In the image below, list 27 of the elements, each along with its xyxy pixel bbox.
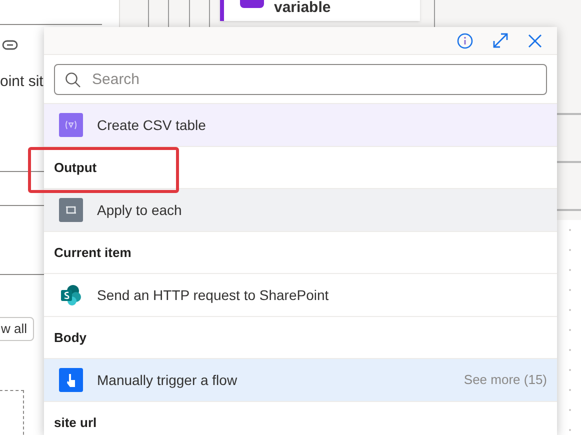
sharepoint-icon <box>59 283 83 307</box>
expand-icon[interactable] <box>492 32 509 49</box>
dashed-drop-zone <box>0 390 24 435</box>
action-row[interactable]: Apply to each <box>44 189 557 232</box>
action-title: Create CSV table <box>97 116 207 134</box>
loop-icon <box>59 198 83 222</box>
show-all-button[interactable]: w all <box>0 317 34 341</box>
action-row[interactable]: Create CSV table <box>44 104 557 147</box>
action-row[interactable]: Manually trigger a flow See more (15) <box>44 359 557 402</box>
canvas-node[interactable]: variable <box>220 0 420 21</box>
search-field[interactable]: Search <box>54 64 547 94</box>
action-title: Manually trigger a flow <box>97 370 238 390</box>
variable-icon <box>59 113 83 137</box>
output-item[interactable]: Body <box>44 317 557 359</box>
node-title: variable <box>274 0 331 18</box>
action-title: Send an HTTP request to SharePoint <box>97 286 330 305</box>
output-item[interactable]: Current item <box>44 232 557 274</box>
search-icon <box>65 72 81 88</box>
field-text: oint sit <box>0 72 44 92</box>
info-icon[interactable] <box>457 32 473 48</box>
action-title: Apply to each <box>97 200 183 220</box>
link-icon <box>2 40 18 50</box>
close-icon[interactable] <box>528 34 542 48</box>
output-item[interactable]: site url <box>44 402 557 435</box>
output-item[interactable]: Output <box>44 147 557 189</box>
hand-pointer-icon <box>59 368 83 392</box>
action-row[interactable]: Send an HTTP request to SharePoint <box>44 274 557 317</box>
